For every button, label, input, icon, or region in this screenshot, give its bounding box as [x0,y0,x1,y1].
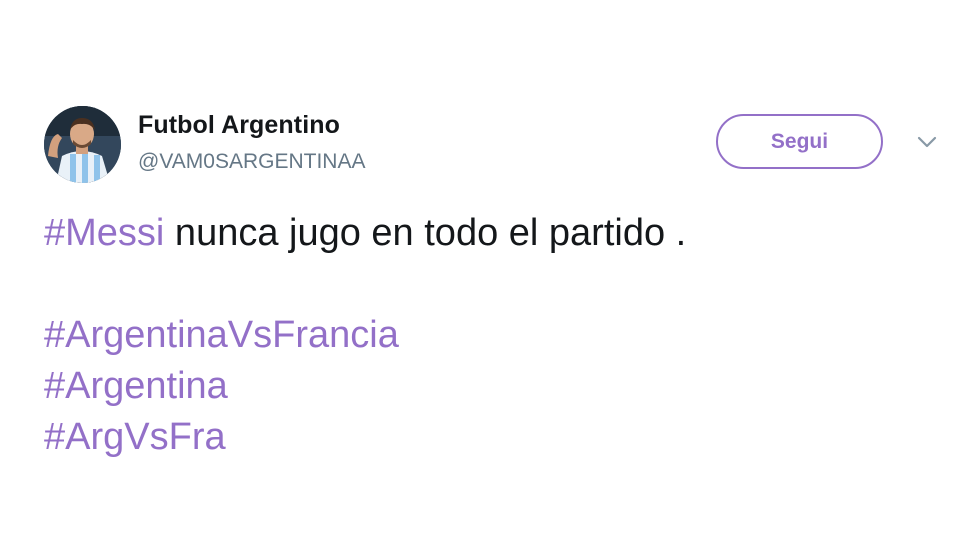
hashtag-link[interactable]: #ArgVsFra [44,416,226,458]
hashtag-line: #ArgVsFra [44,412,686,463]
tweet-card: Futbol Argentino @VAM0SARGENTINAA Segui … [0,0,978,543]
follow-button[interactable]: Segui [716,114,883,169]
avatar-image [44,106,121,183]
hashtag-link[interactable]: #Messi [44,212,164,254]
tweet-line-1: #Messi nunca jugo en todo el partido . [44,208,686,259]
user-display-name[interactable]: Futbol Argentino [138,111,340,140]
hashtag-line: #Argentina [44,361,686,412]
hashtag-line: #ArgentinaVsFrancia [44,310,686,361]
user-handle[interactable]: @VAM0SARGENTINAA [138,150,365,174]
hashtag-link[interactable]: #ArgentinaVsFrancia [44,314,399,356]
hashtag-link[interactable]: #Argentina [44,365,228,407]
tweet-text: #Messi nunca jugo en todo el partido . #… [44,208,686,463]
chevron-down-icon[interactable] [914,131,940,153]
tweet-body-text: nunca jugo en todo el partido . [164,212,687,254]
user-avatar[interactable] [44,106,121,183]
